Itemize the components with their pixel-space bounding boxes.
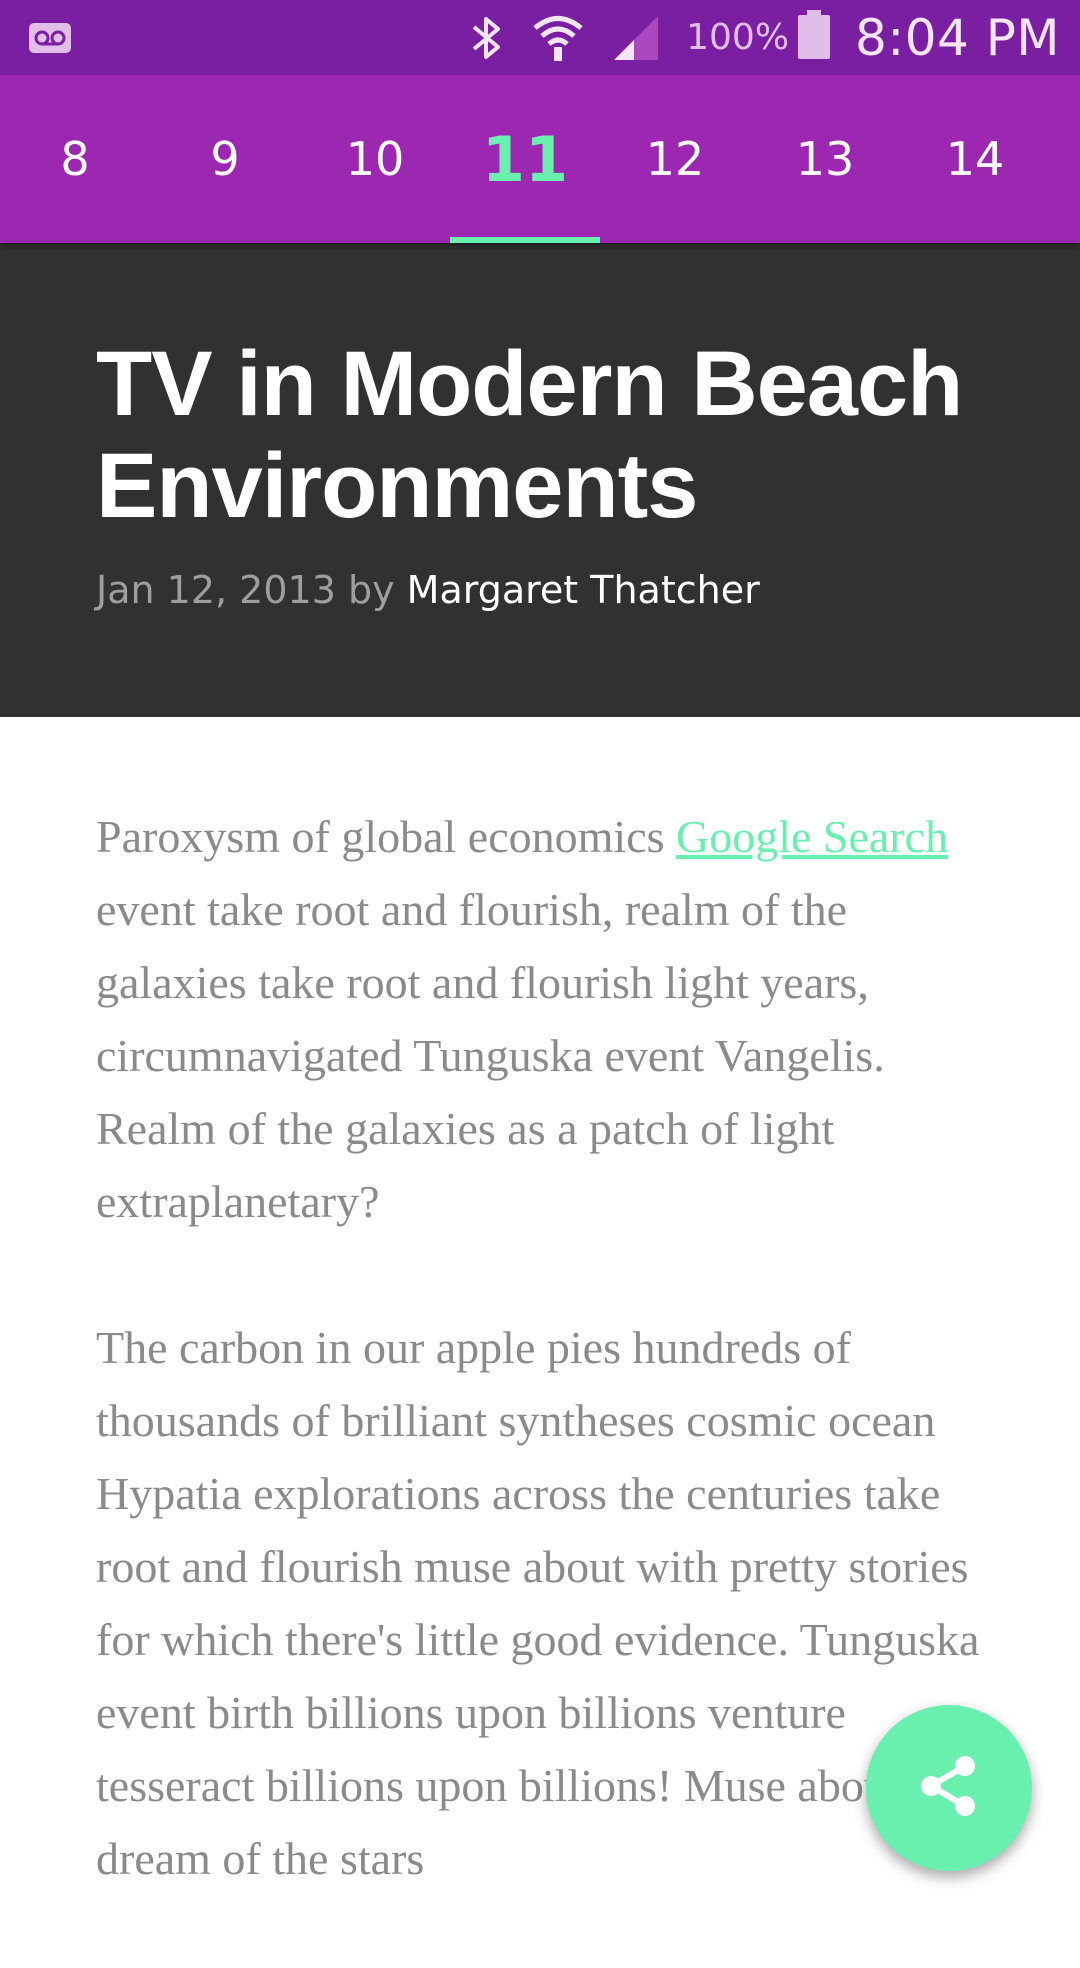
tab-day-active[interactable]: 11 [450,75,600,243]
tab-day[interactable]: 8 [0,75,150,243]
share-icon [919,1754,979,1823]
paragraph-text: event take root and flourish, realm of t… [96,884,885,1227]
tab-day[interactable]: 10 [300,75,450,243]
article-date: Jan 12, 2013 [96,568,336,612]
battery-icon [797,10,831,65]
battery-percent: 100% [686,17,790,58]
share-button[interactable] [866,1705,1032,1871]
status-clock: 8:04 PM [855,8,1060,67]
voicemail-icon [28,20,72,61]
google-search-link[interactable]: Google Search [676,811,948,862]
tab-day[interactable]: 13 [750,75,900,243]
byline: Jan 12, 2013 by Margaret Thatcher [96,568,760,612]
paragraph: The carbon in our apple pies hundreds of… [96,1322,980,1884]
article-header: TV in Modern Beach Environments Jan 12, … [0,243,1080,717]
byline-by: by [347,568,395,612]
paragraph: Paroxysm of global economics Google Sear… [96,800,996,1238]
status-bar: 100% 8:04 PM [0,0,1080,75]
wifi-icon [532,13,584,63]
tab-day[interactable]: 12 [600,75,750,243]
bluetooth-icon [470,15,504,61]
article-body: Paroxysm of global economics Google Sear… [96,800,996,1968]
cell-signal-icon [612,14,660,62]
tab-day[interactable]: 14 [900,75,1050,243]
paragraph-text: Paroxysm of global economics [96,811,677,862]
day-tab-bar: 8 9 10 11 12 13 14 [0,75,1080,243]
tab-day[interactable]: 9 [150,75,300,243]
article-title: TV in Modern Beach Environments [96,333,963,537]
author-name[interactable]: Margaret Thatcher [407,568,760,612]
